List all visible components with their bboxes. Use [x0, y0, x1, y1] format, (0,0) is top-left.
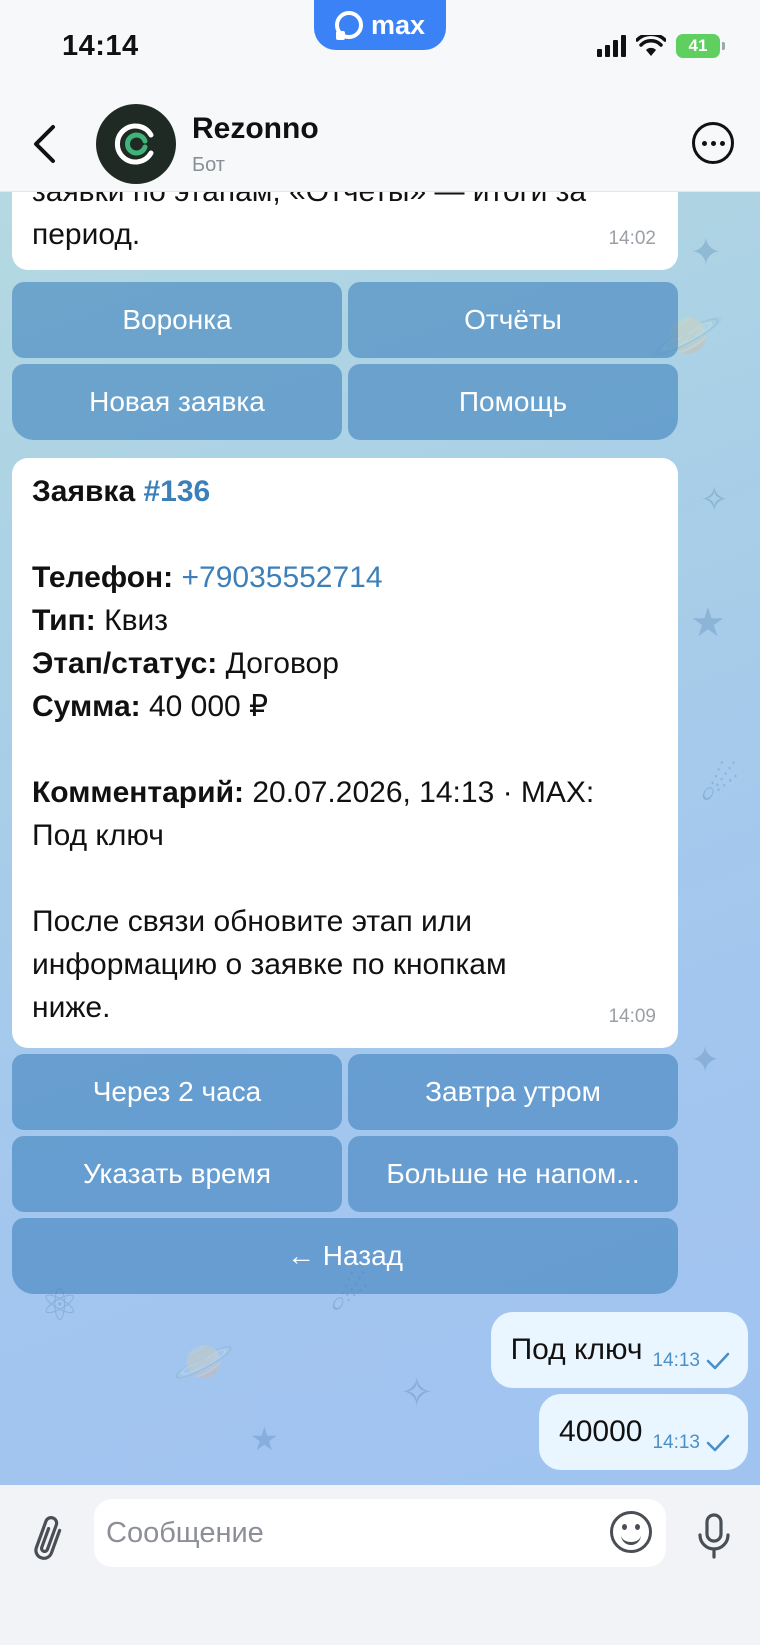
chat-title[interactable]: Rezonno: [192, 112, 319, 146]
rezonno-logo-icon: [114, 123, 154, 165]
battery-level: 41: [688, 36, 708, 55]
back-keyboard-button[interactable]: ← Назад: [12, 1218, 678, 1294]
message-list[interactable]: заявки по этапам, «Отчеты» — итоги за пе…: [0, 192, 760, 1485]
outgoing-message: 40000 14:13: [539, 1394, 748, 1470]
system-icons: 41: [597, 32, 725, 58]
new-lead-button[interactable]: Новая заявка: [12, 364, 342, 440]
more-icon: [701, 140, 707, 146]
sum-value: 40 000 ₽: [148, 690, 269, 723]
lead-footer-line: ниже.: [32, 991, 111, 1024]
lead-type-row: Тип: Квиз: [32, 599, 658, 642]
attach-icon: [34, 1516, 62, 1560]
back-button[interactable]: [24, 120, 64, 168]
phone-link[interactable]: +79035552714: [182, 561, 383, 594]
message-composer: [0, 1485, 760, 1645]
lead-stage-row: Этап/статус: Договор: [32, 642, 658, 685]
message-text: период.: [32, 218, 141, 251]
remind-tomorrow-button[interactable]: Завтра утром: [348, 1054, 678, 1130]
message-text: заявки по этапам, «Отчеты» — итоги за: [32, 192, 658, 213]
status-time: 14:14: [62, 30, 139, 62]
type-label: Тип:: [32, 604, 96, 637]
lead-phone-row: Телефон: +79035552714: [32, 556, 658, 599]
lead-title: Заявка #136: [32, 470, 658, 513]
outgoing-text: 40000: [559, 1415, 643, 1448]
inline-keyboard-row: Указать время Больше не напом...: [12, 1136, 678, 1212]
inline-keyboard-row: Через 2 часа Завтра утром: [12, 1054, 678, 1130]
emoji-icon[interactable]: [610, 1511, 652, 1553]
outgoing-text: Под ключ: [510, 1333, 643, 1366]
mic-button[interactable]: [694, 1507, 734, 1567]
comment-label: Комментарий:: [32, 776, 245, 809]
stop-reminders-button[interactable]: Больше не напом...: [348, 1136, 678, 1212]
set-time-button[interactable]: Указать время: [12, 1136, 342, 1212]
lead-number-link[interactable]: #136: [143, 475, 210, 508]
message-input[interactable]: [106, 1516, 576, 1550]
avatar[interactable]: [96, 104, 176, 184]
comment-value: 20.07.2026, 14:13 · MAX:: [252, 776, 595, 809]
more-button[interactable]: [692, 122, 734, 164]
chat-header: Rezonno Бот: [0, 96, 760, 192]
message-input-box: [94, 1499, 666, 1567]
message-time: 14:13: [652, 1432, 700, 1453]
stage-value: Договор: [225, 647, 339, 680]
message-bubble: заявки по этапам, «Отчеты» — итоги за пе…: [12, 192, 678, 270]
message-time: 14:13: [652, 1350, 700, 1371]
lead-footer-line: После связи обновите этап или: [32, 905, 473, 938]
brand-label: max: [370, 9, 426, 40]
back-icon: [34, 125, 55, 163]
help-button[interactable]: Помощь: [348, 364, 678, 440]
inline-keyboard-row: Воронка Отчёты: [12, 282, 678, 358]
stage-label: Этап/статус:: [32, 647, 218, 680]
lead-footer-line: информацию о заявке по кнопкам: [32, 948, 507, 981]
funnel-button[interactable]: Воронка: [12, 282, 342, 358]
attach-button[interactable]: [26, 1511, 70, 1567]
max-brand-pill: max: [314, 0, 446, 50]
chat-subtitle: Бот: [192, 154, 225, 176]
reports-button[interactable]: Отчёты: [348, 282, 678, 358]
message-time: 14:09: [608, 1006, 656, 1027]
remind-2h-button[interactable]: Через 2 часа: [12, 1054, 342, 1130]
inline-keyboard-row: ← Назад: [12, 1218, 678, 1294]
message-time: 14:02: [608, 228, 656, 249]
comment-text: Под ключ: [32, 819, 164, 852]
inline-keyboard-row: Новая заявка Помощь: [12, 364, 678, 440]
max-logo-icon: [334, 11, 363, 40]
lead-card-bubble: Заявка #136 Телефон: +79035552714 Тип: К…: [12, 458, 678, 1048]
check-icon: [706, 1352, 730, 1370]
message-meta: 14:13: [652, 1432, 730, 1454]
mic-icon: [698, 1513, 730, 1559]
signal-icon: [597, 35, 626, 57]
status-bar: 14:14 max 41: [0, 0, 760, 96]
sum-label: Сумма:: [32, 690, 141, 723]
outgoing-message: Под ключ 14:13: [490, 1312, 748, 1388]
lead-sum-row: Сумма: 40 000 ₽: [32, 685, 658, 728]
message-meta: 14:13: [652, 1350, 730, 1372]
phone-label: Телефон:: [32, 561, 174, 594]
wifi-icon: [635, 32, 667, 57]
lead-comment-row: Комментарий: 20.07.2026, 14:13 · MAX:: [32, 771, 658, 814]
type-value: Квиз: [104, 604, 169, 637]
check-icon: [706, 1434, 730, 1452]
lead-title-label: Заявка: [32, 475, 136, 508]
battery-icon: 41: [676, 34, 725, 58]
